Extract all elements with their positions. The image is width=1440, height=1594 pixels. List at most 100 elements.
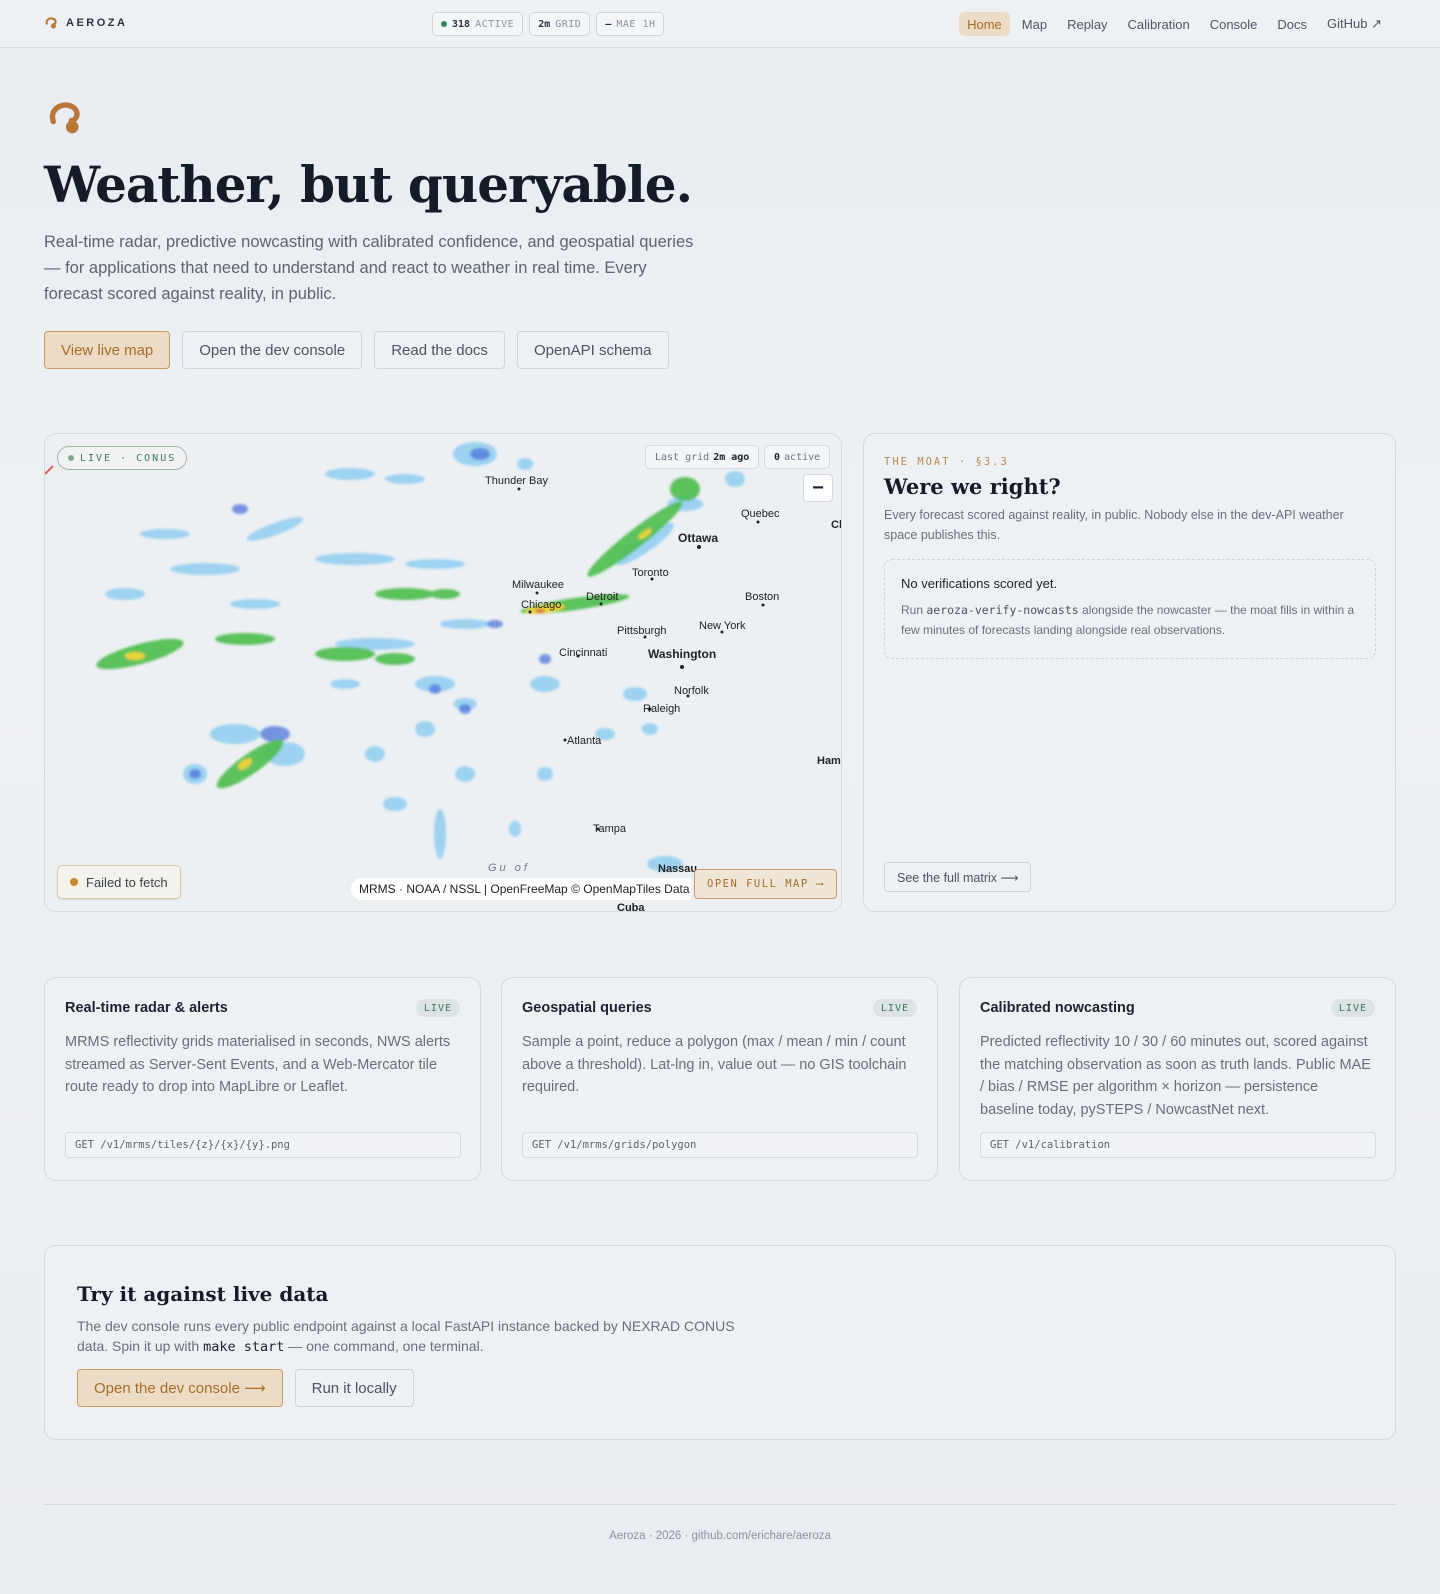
footer-text[interactable]: Aeroza · 2026 · github.com/erichare/aero… [0,1530,1440,1542]
nav-links: Home Map Replay Calibration Console Docs… [959,12,1390,36]
active-pill: 318 ACTIVE [432,12,524,36]
make-start-command: make start [203,1339,285,1355]
live-badge: LIVE [1330,999,1375,1017]
grid-label: GRID [555,18,582,30]
city-label: New York [699,620,746,632]
city-label: Atlanta [567,735,602,747]
try-live-data-section: Try it against live data The dev console… [44,1245,1396,1440]
nav-docs[interactable]: Docs [1269,12,1315,36]
status-pills: 318 ACTIVE 2m GRID – MAE 1H [432,12,665,36]
verifications-empty-state: No verifications scored yet. Run aeroza-… [884,559,1376,659]
openapi-schema-button[interactable]: OpenAPI schema [516,331,669,369]
city-label: Thunder Bay [485,475,548,487]
live-badge: LIVE [415,999,460,1017]
cta-title: Try it against live data [77,1282,329,1306]
live-conus-badge: LIVE · CONUS [57,446,188,470]
mae-pill: – MAE 1H [596,12,665,36]
feature-card-geospatial: Geospatial queries LIVE Sample a point, … [501,977,938,1181]
endpoint-code[interactable]: GET /v1/mrms/tiles/{z}/{x}/{y}.png [65,1132,461,1158]
run-locally-button[interactable]: Run it locally [294,1369,414,1407]
live-dot-icon [68,455,74,461]
active-label: ACTIVE [475,18,515,30]
live-badge: LIVE [872,999,917,1017]
city-label: Cuba [617,902,645,912]
nav-console[interactable]: Console [1202,12,1266,36]
mae-label: MAE 1H [616,18,656,30]
active-chip: 0 active [764,445,831,469]
city-label: Tampa [593,823,627,835]
city-label: Boston [745,591,779,603]
feature-card-radar: Real-time radar & alerts LIVE MRMS refle… [44,977,481,1181]
city-label: Cincinnati [559,647,607,659]
map-attribution[interactable]: MRMS · NOAA / NSSL | OpenFreeMap © OpenM… [351,878,691,900]
city-label: Milwaukee [512,579,564,591]
city-label: Washington [648,647,716,661]
last-grid-chip: Last grid 2m ago [645,445,760,469]
last-grid-value: 2m ago [713,451,750,463]
footer-divider [44,1504,1396,1505]
aeroza-logo-icon [45,17,57,29]
open-full-map-button[interactable]: OPEN FULL MAP ⟶ [694,869,838,899]
endpoint-code[interactable]: GET /v1/calibration [980,1132,1376,1158]
nav-github[interactable]: GitHub ↗ [1319,12,1390,36]
nav-replay[interactable]: Replay [1059,12,1115,36]
moat-card: THE MOAT · §3.3 Were we right? Every for… [863,433,1396,912]
radar-map[interactable]: Thunder Bay Quebec Ch Ottawa Toronto Mil… [45,434,842,912]
cta-body: The dev console runs every public endpoi… [77,1318,735,1355]
zoom-out-button[interactable]: − [803,474,833,502]
empty-body: Run aeroza-verify-nowcasts alongside the… [901,603,1355,637]
moat-title: Were we right? [884,474,1061,499]
feature-body: MRMS reflectivity grids materialised in … [65,1034,451,1095]
nav-map[interactable]: Map [1014,12,1055,36]
city-label: Ottawa [678,531,718,545]
last-grid-label: Last grid [655,451,710,463]
view-live-map-button[interactable]: View live map [44,331,171,369]
verify-command: aeroza-verify-nowcasts [926,603,1079,617]
moat-description: Every forecast scored against reality, i… [884,508,1344,542]
empty-title: No verifications scored yet. [901,576,1058,591]
nav-home[interactable]: Home [959,12,1010,36]
brand-name: AEROZA [66,17,128,29]
active-chip-value: 0 [774,451,781,463]
active-chip-label: active [784,451,821,463]
city-label: Ch [831,519,842,531]
live-badge-label: LIVE · CONUS [80,452,177,464]
feature-title: Geospatial queries [522,1000,652,1016]
status-dot-icon [441,21,447,27]
fetch-error-chip: Failed to fetch [57,865,181,899]
mae-value: – [605,18,612,30]
grid-pill: 2m GRID [529,12,591,36]
top-nav: AEROZA 318 ACTIVE 2m GRID – MAE 1H Home … [0,0,1440,48]
feature-body: Predicted reflectivity 10 / 30 / 60 minu… [980,1034,1371,1118]
hero-subtitle: Real-time radar, predictive nowcasting w… [44,233,694,303]
city-label: Quebec [741,508,780,520]
water-label: Gu of [488,862,530,874]
feature-body: Sample a point, reduce a polygon (max / … [522,1034,907,1095]
city-label: Ham [817,755,841,767]
see-full-matrix-button[interactable]: See the full matrix ⟶ [884,862,1032,892]
hero-actions: View live map Open the dev console Read … [44,331,669,369]
cta-open-dev-console-button[interactable]: Open the dev console ⟶ [77,1369,283,1407]
open-dev-console-button[interactable]: Open the dev console [182,331,363,369]
endpoint-code[interactable]: GET /v1/mrms/grids/polygon [522,1132,918,1158]
fetch-error-text: Failed to fetch [86,874,168,890]
city-label: Toronto [632,567,669,579]
city-label: Nassau [658,863,697,875]
moat-kicker: THE MOAT · §3.3 [884,456,1009,468]
city-label: Chicago [521,599,561,611]
live-map-card: Thunder Bay Quebec Ch Ottawa Toronto Mil… [44,433,842,912]
feature-title: Real-time radar & alerts [65,1000,228,1016]
hero-title: Weather, but queryable. [44,155,693,214]
aeroza-hero-logo-icon [49,102,80,134]
read-docs-button[interactable]: Read the docs [374,331,505,369]
cta-actions: Open the dev console ⟶ Run it locally [77,1369,414,1407]
active-count: 318 [452,18,471,30]
city-label: Norfolk [674,685,709,697]
city-label: Raleigh [643,703,680,715]
brand[interactable]: AEROZA [44,16,127,30]
grid-age: 2m [538,18,551,30]
city-label: Pittsburgh [617,625,667,637]
city-label: Detroit [586,591,618,603]
nav-calibration[interactable]: Calibration [1120,12,1198,36]
feature-title: Calibrated nowcasting [980,1000,1135,1016]
